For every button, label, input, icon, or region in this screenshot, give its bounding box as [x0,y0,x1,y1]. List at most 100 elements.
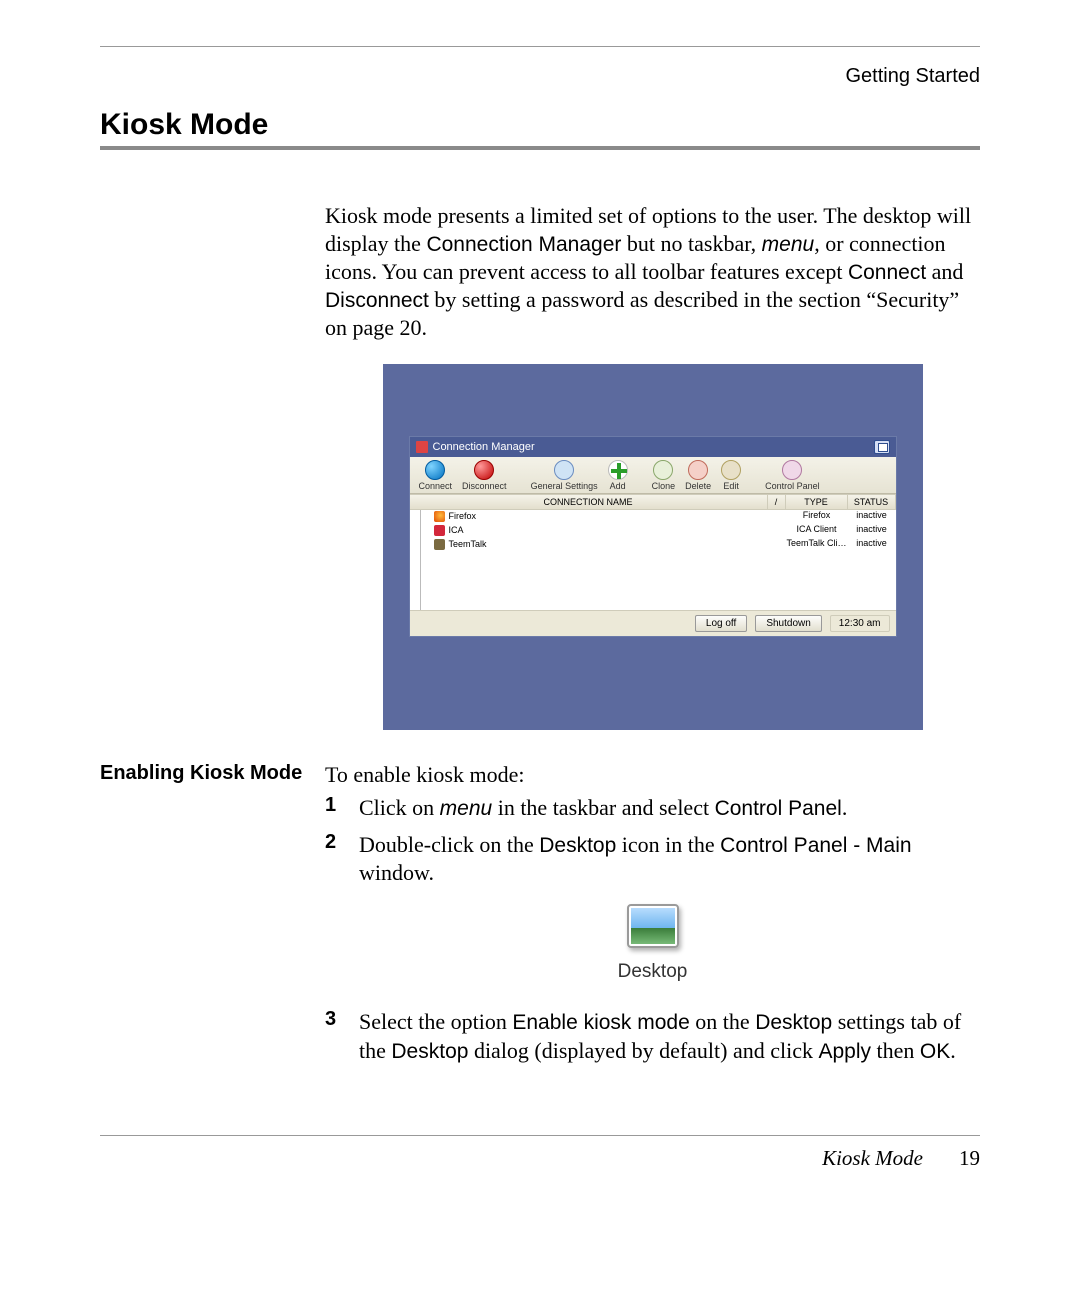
desktop-icon [627,904,679,948]
row-name: Firefox [449,511,477,521]
intro-text: but no taskbar, [621,231,761,256]
firefox-icon [434,511,445,522]
step3-ok: OK [920,1040,950,1063]
enable-lead: To enable kiosk mode: [325,761,980,789]
step3-text: then [871,1038,920,1063]
row-type: ICA Client [786,524,848,537]
control-panel-icon [782,460,802,480]
table-row[interactable]: Firefox Firefox inactive [410,510,896,524]
teemtalk-icon [434,539,445,550]
step2-text: window. [359,860,434,885]
list-item: 3 Select the option Enable kiosk mode on… [325,1008,980,1065]
window-title: Connection Manager [433,441,535,453]
step1-text: in the taskbar and select [492,795,714,820]
delete-icon [688,460,708,480]
logoff-button[interactable]: Log off [695,615,747,632]
page-footer: Kiosk Mode 19 [100,1146,980,1171]
step1-menu: menu [440,797,493,820]
step1-text: Click on [359,795,440,820]
step3-text: on the [690,1009,755,1034]
clone-button[interactable]: Clone [647,460,681,491]
toolbar: Connect Disconnect General Settings Add … [410,457,896,494]
connect-button[interactable]: Connect [414,460,458,491]
step3-text: dialog (displayed by default) and click [468,1038,818,1063]
section-title: Kiosk Mode [100,108,980,142]
step1-text: . [842,795,848,820]
settings-icon [554,460,574,480]
intro-connection-manager: Connection Manager [426,233,621,256]
col-type[interactable]: TYPE [786,495,848,509]
edit-label: Edit [723,481,739,491]
step3-text: . [950,1038,956,1063]
section-rule [100,146,980,150]
general-settings-button[interactable]: General Settings [526,460,603,491]
control-panel-label: Control Panel [765,481,820,491]
step-number: 3 [325,1008,359,1065]
connection-manager-window: Connection Manager Connect Disconnect Ge… [409,436,897,637]
intro-disconnect-word: Disconnect [325,289,429,312]
col-connection-name[interactable]: CONNECTION NAME [410,495,768,509]
intro-menu-word: menu [762,233,815,256]
clock: 12:30 am [830,615,890,632]
maximize-button[interactable] [874,440,890,454]
intro-connect-word: Connect [848,261,926,284]
step3-desktop2: Desktop [391,1040,468,1063]
row-type: Firefox [786,510,848,523]
table-row[interactable]: ICA ICA Client inactive [410,524,896,538]
stop-icon [474,460,494,480]
list-item: 1 Click on menu in the taskbar and selec… [325,794,980,822]
step-number: 2 [325,831,359,887]
header-rule [100,46,980,47]
window-titlebar: Connection Manager [410,437,896,457]
general-settings-label: General Settings [531,481,598,491]
step2-desktop: Desktop [539,834,616,857]
window-statusbar: Log off Shutdown 12:30 am [410,610,896,636]
footer-page-number: 19 [959,1146,980,1171]
step3-enable-kiosk: Enable kiosk mode [512,1011,689,1034]
intro-paragraph: Kiosk mode presents a limited set of opt… [325,202,980,342]
clone-label: Clone [652,481,676,491]
row-type: TeemTalk Cli… [786,538,848,551]
plus-icon [608,460,628,480]
step3-apply: Apply [819,1040,872,1063]
kiosk-desktop-figure: Connection Manager Connect Disconnect Ge… [383,364,923,730]
clone-icon [653,460,673,480]
step3-desktop: Desktop [755,1011,832,1034]
enabling-heading: Enabling Kiosk Mode [100,761,305,786]
chapter-header: Getting Started [100,65,980,88]
step2-cp-main: Control Panel - Main [720,834,911,857]
table-row[interactable]: TeemTalk TeemTalk Cli… inactive [410,538,896,552]
table-header: CONNECTION NAME / TYPE STATUS [410,494,896,510]
row-status: inactive [848,538,896,551]
row-name: TeemTalk [449,539,487,549]
col-status[interactable]: STATUS [848,495,896,509]
footer-rule [100,1135,980,1136]
connect-label: Connect [419,481,453,491]
disconnect-button[interactable]: Disconnect [457,460,512,491]
play-icon [425,460,445,480]
ica-icon [434,525,445,536]
add-button[interactable]: Add [603,460,633,491]
delete-label: Delete [685,481,711,491]
footer-section-name: Kiosk Mode [822,1146,923,1171]
step2-text: icon in the [616,832,720,857]
step2-text: Double-click on the [359,832,539,857]
add-label: Add [610,481,626,491]
edit-button[interactable]: Edit [716,460,746,491]
col-sort-indicator[interactable]: / [768,495,786,509]
desktop-icon-figure: Desktop [325,904,980,983]
window-icon [416,441,428,453]
disconnect-label: Disconnect [462,481,507,491]
step1-control-panel: Control Panel [715,797,842,820]
shutdown-button[interactable]: Shutdown [755,615,821,632]
intro-text: and [926,259,963,284]
step-number: 1 [325,794,359,822]
desktop-icon-label: Desktop [325,961,980,983]
row-status: inactive [848,524,896,537]
row-status: inactive [848,510,896,523]
connection-list: Firefox Firefox inactive ICA ICA Client … [410,510,896,610]
list-item: 2 Double-click on the Desktop icon in th… [325,831,980,887]
control-panel-button[interactable]: Control Panel [760,460,825,491]
delete-button[interactable]: Delete [680,460,716,491]
edit-icon [721,460,741,480]
